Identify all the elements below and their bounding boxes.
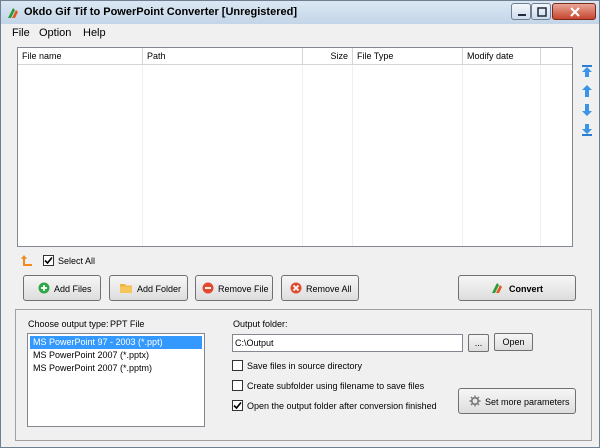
checkmark-icon [44, 256, 53, 265]
output-type-option[interactable]: MS PowerPoint 97 - 2003 (*.ppt) [30, 336, 202, 349]
output-type-list[interactable]: MS PowerPoint 97 - 2003 (*.ppt) MS Power… [27, 333, 205, 427]
convert-label: Convert [509, 284, 544, 294]
column-size[interactable]: Size [303, 48, 353, 65]
output-type-label: Choose output type: [28, 319, 109, 329]
menu-bar: File Option Help [1, 24, 599, 42]
file-list[interactable]: File name Path Size File Type Modify dat… [17, 47, 573, 247]
column-file-type[interactable]: File Type [353, 48, 463, 65]
select-all-checkbox[interactable] [43, 255, 54, 266]
column-divider [302, 65, 303, 246]
convert-button[interactable]: Convert [458, 275, 576, 301]
app-logo-icon [8, 8, 18, 18]
set-more-parameters-button[interactable]: Set more parameters [458, 388, 576, 414]
column-divider [142, 65, 143, 246]
open-after-checkbox[interactable] [232, 400, 243, 411]
menu-file[interactable]: File [12, 27, 30, 39]
select-all-label: Select All [58, 256, 96, 266]
output-folder-label: Output folder: [233, 319, 288, 329]
add-folder-button[interactable]: Add Folder [109, 275, 188, 301]
minimize-button[interactable] [511, 3, 531, 20]
save-in-source-label: Save files in source directory [247, 361, 363, 371]
convert-icon [492, 283, 502, 293]
gear-icon [469, 395, 481, 407]
move-down-icon[interactable] [581, 103, 593, 117]
remove-all-label: Remove All [306, 284, 352, 294]
app-window: Okdo Gif Tif to PowerPoint Converter [Un… [0, 0, 600, 448]
file-list-header: File name Path Size File Type Modify dat… [18, 48, 572, 65]
add-icon [38, 282, 50, 294]
move-top-icon[interactable] [581, 64, 593, 78]
move-bottom-icon[interactable] [581, 123, 593, 137]
close-icon [570, 7, 580, 17]
checkmark-icon [233, 401, 242, 410]
output-folder-input[interactable]: C:\Output [232, 334, 463, 352]
remove-icon [202, 282, 214, 294]
remove-all-button[interactable]: Remove All [281, 275, 359, 301]
close-button[interactable] [552, 3, 596, 20]
output-type-option[interactable]: MS PowerPoint 2007 (*.pptx) [30, 349, 202, 362]
column-file-name[interactable]: File name [18, 48, 143, 65]
open-folder-button[interactable]: Open [494, 333, 533, 351]
output-type-option[interactable]: MS PowerPoint 2007 (*.pptm) [30, 362, 202, 375]
add-folder-label: Add Folder [137, 284, 182, 294]
maximize-icon [537, 7, 547, 17]
add-files-button[interactable]: Add Files [23, 275, 101, 301]
open-after-label: Open the output folder after conversion … [247, 401, 437, 411]
set-more-parameters-label: Set more parameters [485, 397, 570, 407]
create-subfolder-label: Create subfolder using filename to save … [247, 381, 425, 391]
output-type-current: PPT File [110, 319, 145, 329]
title-bar: Okdo Gif Tif to PowerPoint Converter [Un… [1, 1, 599, 24]
remove-file-button[interactable]: Remove File [195, 275, 273, 301]
up-level-icon[interactable] [21, 254, 33, 266]
minimize-icon [518, 14, 526, 16]
remove-file-label: Remove File [218, 284, 269, 294]
create-subfolder-checkbox[interactable] [232, 380, 243, 391]
browse-button[interactable]: ... [468, 334, 489, 352]
column-divider [462, 65, 463, 246]
maximize-button[interactable] [531, 3, 551, 20]
save-in-source-checkbox[interactable] [232, 360, 243, 371]
column-divider [540, 65, 541, 246]
column-path[interactable]: Path [143, 48, 303, 65]
move-up-icon[interactable] [581, 84, 593, 98]
folder-icon [120, 284, 132, 293]
menu-help[interactable]: Help [83, 27, 106, 39]
add-files-label: Add Files [54, 284, 92, 294]
window-title: Okdo Gif Tif to PowerPoint Converter [Un… [24, 6, 297, 18]
column-divider [352, 65, 353, 246]
remove-all-icon [290, 282, 302, 294]
column-modify-date[interactable]: Modify date [463, 48, 541, 65]
menu-option[interactable]: Option [39, 27, 71, 39]
